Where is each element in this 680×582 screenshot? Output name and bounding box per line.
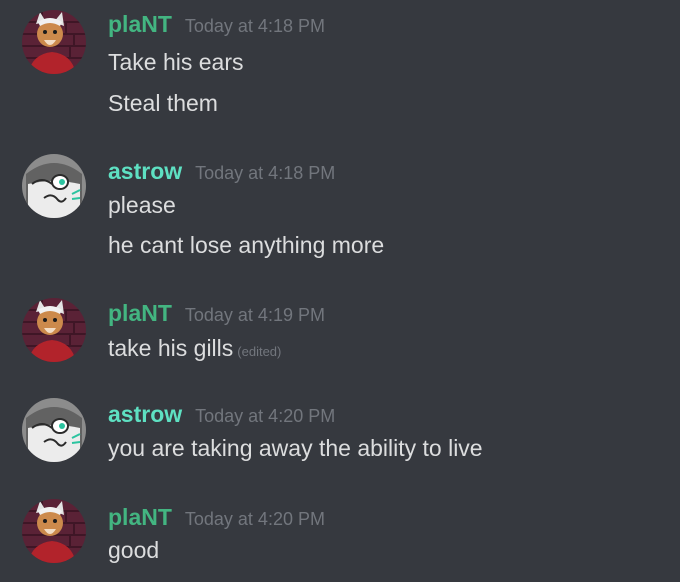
message-text: you are taking away the ability to live	[108, 435, 483, 461]
message-header: plaNT Today at 4:20 PM	[108, 501, 325, 533]
edited-label: (edited)	[237, 344, 282, 359]
message-header: plaNT Today at 4:19 PM	[108, 297, 325, 329]
message-text: please	[108, 192, 176, 218]
message-text: good	[108, 537, 160, 563]
fox-avatar-icon[interactable]	[22, 499, 86, 563]
message-header: plaNT Today at 4:18 PM	[108, 8, 325, 40]
shark-avatar-icon[interactable]	[22, 154, 86, 218]
timestamp: Today at 4:20 PM	[195, 406, 336, 426]
message-text: he cant lose anything more	[108, 232, 385, 258]
message-header: astrow Today at 4:18 PM	[108, 155, 335, 187]
fox-avatar-icon[interactable]	[22, 298, 86, 362]
fox-avatar-icon[interactable]	[22, 10, 86, 74]
message-text: Steal them	[108, 90, 218, 116]
message-text: take his gills	[108, 335, 234, 361]
username[interactable]: plaNT	[108, 297, 172, 329]
username[interactable]: plaNT	[108, 501, 172, 533]
message-text-row: take his gills (edited)	[108, 332, 281, 368]
username[interactable]: astrow	[108, 155, 182, 187]
timestamp: Today at 4:20 PM	[184, 509, 325, 529]
username[interactable]: plaNT	[108, 8, 172, 40]
username[interactable]: astrow	[108, 398, 182, 430]
timestamp: Today at 4:18 PM	[195, 163, 336, 183]
timestamp: Today at 4:19 PM	[184, 305, 325, 325]
message-header: astrow Today at 4:20 PM	[108, 398, 335, 430]
message-text: Take his ears	[108, 49, 244, 75]
shark-avatar-icon[interactable]	[22, 398, 86, 462]
timestamp: Today at 4:18 PM	[184, 16, 325, 36]
chat-messages: plaNT Today at 4:18 PM Take his ears Ste…	[0, 0, 680, 582]
